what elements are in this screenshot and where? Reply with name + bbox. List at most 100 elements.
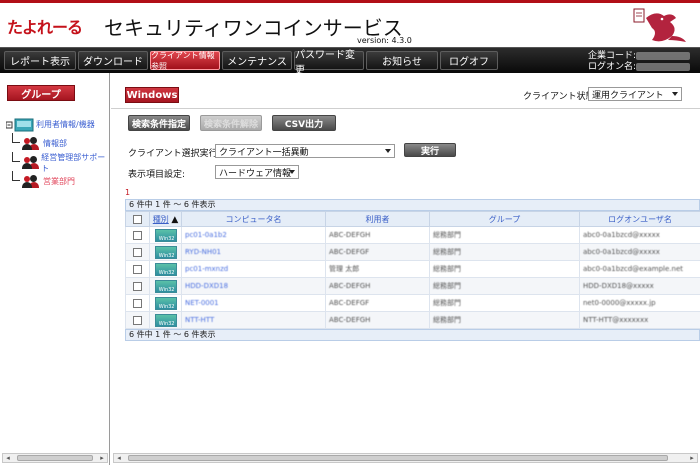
column-header-user[interactable]: 利用者 xyxy=(325,211,430,227)
client-state-label: クライアント状態: xyxy=(523,92,598,102)
page-number[interactable]: 1 xyxy=(125,188,130,197)
table-row: Win32 NTT-HTT ABC-DEFGH 総務部門 NTT-HTT@xxx… xyxy=(125,311,700,329)
win32-icon: Win32 xyxy=(154,228,177,242)
computer-name-link[interactable]: NTT-HTT xyxy=(185,316,214,324)
computer-name-link[interactable]: RYD-NH01 xyxy=(185,248,221,256)
scroll-left-icon[interactable]: ◂ xyxy=(114,454,124,462)
column-header-logon-user[interactable]: ログオンユーザ名 xyxy=(579,211,700,227)
execute-button[interactable]: 実行 xyxy=(404,143,456,157)
client-table: 6 件中 1 件 〜 6 件表示 種別 ▲ コンピュータ名 利用者 グループ ロ… xyxy=(125,199,700,341)
table-row: Win32 pc01-0a1b2 ABC-DEFGH 総務部門 abc0-0a1… xyxy=(125,226,700,244)
user-group-icon xyxy=(22,156,39,169)
chevron-down-icon xyxy=(385,149,391,153)
group-name: 総務部門 xyxy=(433,248,461,256)
row-checkbox[interactable] xyxy=(133,230,142,240)
csv-export-button[interactable]: CSV出力 xyxy=(272,115,336,131)
sidebar-horizontal-scrollbar[interactable]: ◂ ▸ xyxy=(2,453,108,463)
table-row: Win32 pc01-mxnzd 管理 太郎 総務部門 abc0-0a1bzcd… xyxy=(125,260,700,278)
main-panel: Windows クライアント状態: 運用クライアント 検索条件指定 検索条件解除… xyxy=(111,73,700,465)
clear-condition-button: 検索条件解除 xyxy=(200,115,262,131)
scroll-right-icon[interactable]: ▸ xyxy=(687,454,697,462)
table-row: Win32 RYD-NH01 ABC-DEFGF 総務部門 abc0-0a1bz… xyxy=(125,243,700,261)
user-name: 管理 太郎 xyxy=(329,265,360,273)
row-checkbox[interactable] xyxy=(133,264,142,274)
logon-user-name: abc0-0a1bzcd@xxxxx xyxy=(583,231,660,239)
computer-name-link[interactable]: pc01-mxnzd xyxy=(185,265,228,273)
group-name: 総務部門 xyxy=(433,282,461,290)
scrollbar-thumb[interactable] xyxy=(17,455,93,461)
computer-name-link[interactable]: HDD-DXD18 xyxy=(185,282,228,290)
result-count-top: 6 件中 1 件 〜 6 件表示 xyxy=(125,199,700,211)
version-label: version: 4.3.0 xyxy=(357,36,412,45)
logon-user-name: HDD-DXD18@xxxxx xyxy=(583,282,654,290)
group-sidebar: グループ 利用者情報/機器 情報部 経営管理部サポート 営業部門 ◂ ▸ xyxy=(0,73,110,465)
scroll-left-icon[interactable]: ◂ xyxy=(3,454,13,462)
column-header-computer[interactable]: コンピュータ名 xyxy=(181,211,326,227)
nav-maintenance[interactable]: メンテナンス xyxy=(222,51,292,70)
group-button[interactable]: グループ xyxy=(7,85,75,101)
result-count-bottom: 6 件中 1 件 〜 6 件表示 xyxy=(125,329,700,341)
nav-client-info[interactable]: クライアント情報参照 xyxy=(150,51,220,71)
nav-report[interactable]: レポート表示 xyxy=(4,51,76,70)
nav-password-change[interactable]: パスワード変更 xyxy=(294,50,364,76)
group-name: 総務部門 xyxy=(433,231,461,239)
row-checkbox[interactable] xyxy=(133,281,142,291)
tree-item[interactable]: 営業部門 xyxy=(6,171,106,191)
logon-name-value: ●●●●●●●● xyxy=(636,62,690,71)
user-name: ABC-DEFGH xyxy=(329,231,371,239)
group-name: 総務部門 xyxy=(433,265,461,273)
display-setting-label: 表示項目設定: xyxy=(128,170,186,180)
table-row: Win32 NET-0001 ABC-DEFGF 総務部門 net0-0000@… xyxy=(125,294,700,312)
user-name: ABC-DEFGF xyxy=(329,299,370,307)
page: たよれーる セキュリティワンコインサービス version: 4.3.0 レポー… xyxy=(0,0,700,465)
row-checkbox[interactable] xyxy=(133,247,142,257)
win32-icon: Win32 xyxy=(154,313,177,327)
nav-logoff[interactable]: ログオフ xyxy=(440,51,498,70)
scrollbar-thumb[interactable] xyxy=(128,455,668,461)
search-condition-button[interactable]: 検索条件指定 xyxy=(128,115,190,131)
company-code-value: ●●●●●●●● xyxy=(636,51,690,60)
tree-item[interactable]: 経営管理部サポート xyxy=(6,152,106,173)
table-row: Win32 HDD-DXD18 ABC-DEFGH 総務部門 HDD-DXD18… xyxy=(125,277,700,295)
app-header: たよれーる セキュリティワンコインサービス version: 4.3.0 xyxy=(0,0,700,47)
user-name: ABC-DEFGF xyxy=(329,248,370,256)
win32-icon: Win32 xyxy=(154,245,177,259)
column-header-type[interactable]: 種別 ▲ xyxy=(149,211,182,227)
scroll-right-icon[interactable]: ▸ xyxy=(97,454,107,462)
group-tree: 利用者情報/機器 情報部 経営管理部サポート 営業部門 xyxy=(6,115,106,191)
client-grid: 種別 ▲ コンピュータ名 利用者 グループ ログオンユーザ名 Win32 pc0… xyxy=(125,211,700,329)
group-name: 総務部門 xyxy=(433,316,461,324)
table-header-row: 種別 ▲ コンピュータ名 利用者 グループ ログオンユーザ名 xyxy=(125,211,700,227)
select-all-checkbox[interactable] xyxy=(125,211,150,227)
win32-icon: Win32 xyxy=(154,262,177,276)
dragon-mascot-icon xyxy=(633,8,686,42)
tree-item[interactable]: 情報部 xyxy=(6,133,106,153)
client-state-select[interactable]: 運用クライアント xyxy=(588,87,682,101)
nav-notices[interactable]: お知らせ xyxy=(366,51,438,70)
logon-user-name: abc0-0a1bzcd@example.net xyxy=(583,265,684,273)
logon-user-name: net0-0000@xxxxx.jp xyxy=(583,299,656,307)
column-header-group[interactable]: グループ xyxy=(429,211,580,227)
bulk-action-label: クライアント選択実行: xyxy=(128,149,221,159)
row-checkbox[interactable] xyxy=(133,315,142,325)
user-group-icon xyxy=(22,175,40,188)
company-info: 企業コード:●●●●●●●● ログオン名:●●●●●●●● xyxy=(588,51,690,73)
main-nav: レポート表示 ダウンロード クライアント情報参照 メンテナンス パスワード変更 … xyxy=(0,47,700,76)
user-name: ABC-DEFGH xyxy=(329,282,371,290)
sort-asc-icon: ▲ xyxy=(171,214,179,225)
nav-download[interactable]: ダウンロード xyxy=(78,51,148,70)
bulk-action-select[interactable]: クライアント一括異動 xyxy=(215,144,395,158)
tab-windows[interactable]: Windows xyxy=(125,87,179,103)
computer-name-link[interactable]: pc01-0a1b2 xyxy=(185,231,227,239)
tree-root[interactable]: 利用者情報/機器 xyxy=(6,115,106,134)
tree-root-label: 利用者情報/機器 xyxy=(36,120,95,129)
row-checkbox[interactable] xyxy=(133,298,142,308)
computer-name-link[interactable]: NET-0001 xyxy=(185,299,219,307)
logo: たよれーる xyxy=(7,18,83,37)
logon-user-name: NTT-HTT@xxxxxxx xyxy=(583,316,649,324)
folder-tree-icon xyxy=(6,118,34,131)
group-name: 総務部門 xyxy=(433,299,461,307)
main-horizontal-scrollbar[interactable]: ◂ ▸ xyxy=(113,453,698,463)
display-setting-select[interactable]: ハードウェア情報 xyxy=(215,165,299,179)
user-name: ABC-DEFGH xyxy=(329,316,371,324)
